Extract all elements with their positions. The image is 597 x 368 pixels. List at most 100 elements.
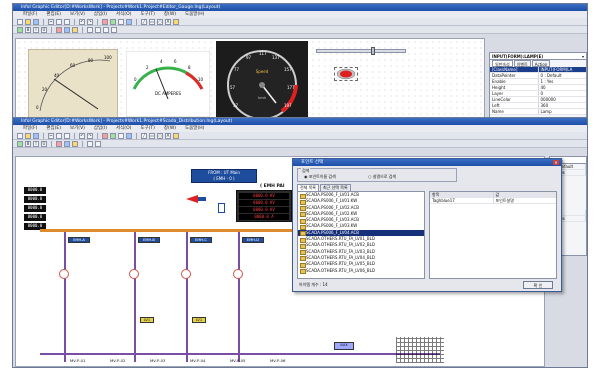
- bottom-tag[interactable]: MV-P-03: [150, 358, 165, 363]
- menu-file[interactable]: 파일(F): [23, 11, 37, 18]
- menu-help[interactable]: 도움말(H): [185, 11, 204, 18]
- image-icon[interactable]: [173, 132, 179, 139]
- cut-icon[interactable]: ✂: [48, 18, 54, 25]
- menu-view[interactable]: 보기(V): [70, 11, 85, 18]
- text-icon[interactable]: A: [165, 18, 171, 25]
- grid-icon[interactable]: [110, 132, 116, 139]
- slider-thumb[interactable]: [371, 47, 375, 55]
- bold-icon[interactable]: B: [25, 26, 31, 33]
- run-icon[interactable]: [102, 132, 108, 139]
- fill-color-icon[interactable]: [56, 26, 62, 33]
- save-icon[interactable]: [33, 132, 39, 139]
- group-icon[interactable]: [87, 140, 93, 147]
- bottom-tag[interactable]: MV-P-05: [230, 358, 245, 363]
- lv-bus-label[interactable]: LV1: [192, 317, 206, 323]
- cut-icon[interactable]: ✂: [48, 132, 54, 139]
- bottom-tag[interactable]: MV-P-06: [270, 358, 285, 363]
- feeder-label[interactable]: EMH-D: [242, 237, 264, 243]
- current-meter-icon[interactable]: [59, 269, 69, 279]
- property-row[interactable]: Name Lamp: [490, 109, 586, 115]
- line-color-icon[interactable]: [64, 26, 70, 33]
- open-folder-icon[interactable]: [25, 18, 31, 25]
- bottom-tag[interactable]: MV-P-01: [70, 358, 85, 363]
- tab-action[interactable]: Action: [531, 60, 551, 67]
- menu-tools[interactable]: 도구(T): [140, 125, 155, 132]
- line-icon[interactable]: ╱: [141, 132, 147, 139]
- tab-event[interactable]: 이벤트: [513, 60, 531, 67]
- send-back-icon[interactable]: [111, 26, 117, 33]
- red-lamp-icon[interactable]: [336, 68, 356, 80]
- slider-track[interactable]: [316, 49, 406, 53]
- paste-icon[interactable]: [64, 18, 70, 25]
- open-folder-icon[interactable]: [25, 132, 31, 139]
- menu-format[interactable]: 서식(O): [116, 11, 131, 18]
- menu-view[interactable]: 보기(V): [70, 125, 85, 132]
- menu-help[interactable]: 도움말(H): [185, 125, 204, 132]
- menu-insert[interactable]: 삽입(I): [94, 11, 107, 18]
- zoom-icon[interactable]: [118, 18, 124, 25]
- menu-window[interactable]: 창(W): [164, 125, 176, 132]
- ellipse-icon[interactable]: ○: [157, 18, 163, 25]
- font-color-icon[interactable]: [72, 26, 78, 33]
- underline-icon[interactable]: U: [41, 140, 47, 147]
- main-breaker-icon[interactable]: [218, 203, 225, 213]
- search-by-name-radio[interactable]: ◉ 포인트이름 검색: [304, 174, 336, 180]
- bottom-tag[interactable]: MV-P-04: [190, 358, 205, 363]
- menu-edit[interactable]: 편집(E): [46, 11, 61, 18]
- search-by-desc-radio[interactable]: ○ 설명으로 검색: [368, 174, 396, 180]
- ellipse-icon[interactable]: ○: [157, 132, 163, 139]
- italic-icon[interactable]: I: [33, 26, 39, 33]
- copy-icon[interactable]: [56, 18, 62, 25]
- point-list-item[interactable]: SCADA.OTHERS.RTU_FA_LV06_BLD: [298, 268, 424, 275]
- select-icon[interactable]: [17, 140, 23, 147]
- font-color-icon[interactable]: [72, 140, 78, 147]
- ok-button[interactable]: 확 인: [523, 281, 553, 289]
- italic-icon[interactable]: I: [33, 140, 39, 147]
- menu-tools[interactable]: 도구(T): [140, 11, 155, 18]
- align-icon[interactable]: [126, 18, 132, 25]
- copy-icon[interactable]: [56, 132, 62, 139]
- lv-bus-label[interactable]: LV1: [140, 317, 154, 323]
- rect-icon[interactable]: ▭: [149, 132, 155, 139]
- current-meter-icon[interactable]: [181, 269, 191, 279]
- chevron-down-icon[interactable]: ▾: [582, 53, 584, 60]
- point-list[interactable]: SCADA.PS006_F_LV01.ACB SCADA.PS006_F_LV0…: [297, 191, 425, 279]
- image-icon[interactable]: [173, 18, 179, 25]
- menu-edit[interactable]: 편집(E): [46, 125, 61, 132]
- feeder-label[interactable]: EMH-A: [68, 237, 90, 243]
- save-icon[interactable]: [33, 18, 39, 25]
- feeder-label[interactable]: EMH-C: [190, 237, 212, 243]
- menu-file[interactable]: 파일(F): [23, 125, 37, 132]
- current-meter-icon[interactable]: [233, 269, 243, 279]
- text-icon[interactable]: A: [165, 132, 171, 139]
- redo-icon[interactable]: ↷: [87, 18, 93, 25]
- select-icon[interactable]: [17, 26, 23, 33]
- underline-icon[interactable]: U: [41, 26, 47, 33]
- bold-icon[interactable]: B: [25, 140, 31, 147]
- undo-icon[interactable]: ↶: [79, 18, 85, 25]
- new-icon[interactable]: [17, 18, 23, 25]
- properties-header[interactable]: INPUT(FORM):LAMP(E) ▾: [490, 53, 586, 60]
- close-icon[interactable]: ✕: [553, 160, 559, 165]
- tab-general[interactable]: 일반속성: [492, 60, 513, 67]
- run-icon[interactable]: [102, 18, 108, 25]
- menu-insert[interactable]: 삽입(I): [94, 125, 107, 132]
- zoom-icon[interactable]: [118, 132, 124, 139]
- detail-row[interactable]: TagValue17 포인트설명: [430, 198, 556, 204]
- redo-icon[interactable]: ↷: [87, 132, 93, 139]
- grid-icon[interactable]: [110, 18, 116, 25]
- menu-format[interactable]: 서식(O): [116, 125, 131, 132]
- align-icon[interactable]: [126, 132, 132, 139]
- ungroup-icon[interactable]: [95, 140, 101, 147]
- new-icon[interactable]: [17, 132, 23, 139]
- group-icon[interactable]: [87, 26, 93, 33]
- menu-window[interactable]: 창(W): [164, 11, 176, 18]
- undo-icon[interactable]: ↶: [79, 132, 85, 139]
- line-color-icon[interactable]: [64, 140, 70, 147]
- rect-icon[interactable]: ▭: [149, 18, 155, 25]
- ungroup-icon[interactable]: [95, 26, 101, 33]
- paste-icon[interactable]: [64, 132, 70, 139]
- bring-front-icon[interactable]: [103, 26, 109, 33]
- bottom-tag[interactable]: MV-P-02: [110, 358, 125, 363]
- feeder-label[interactable]: EMH-B: [138, 237, 160, 243]
